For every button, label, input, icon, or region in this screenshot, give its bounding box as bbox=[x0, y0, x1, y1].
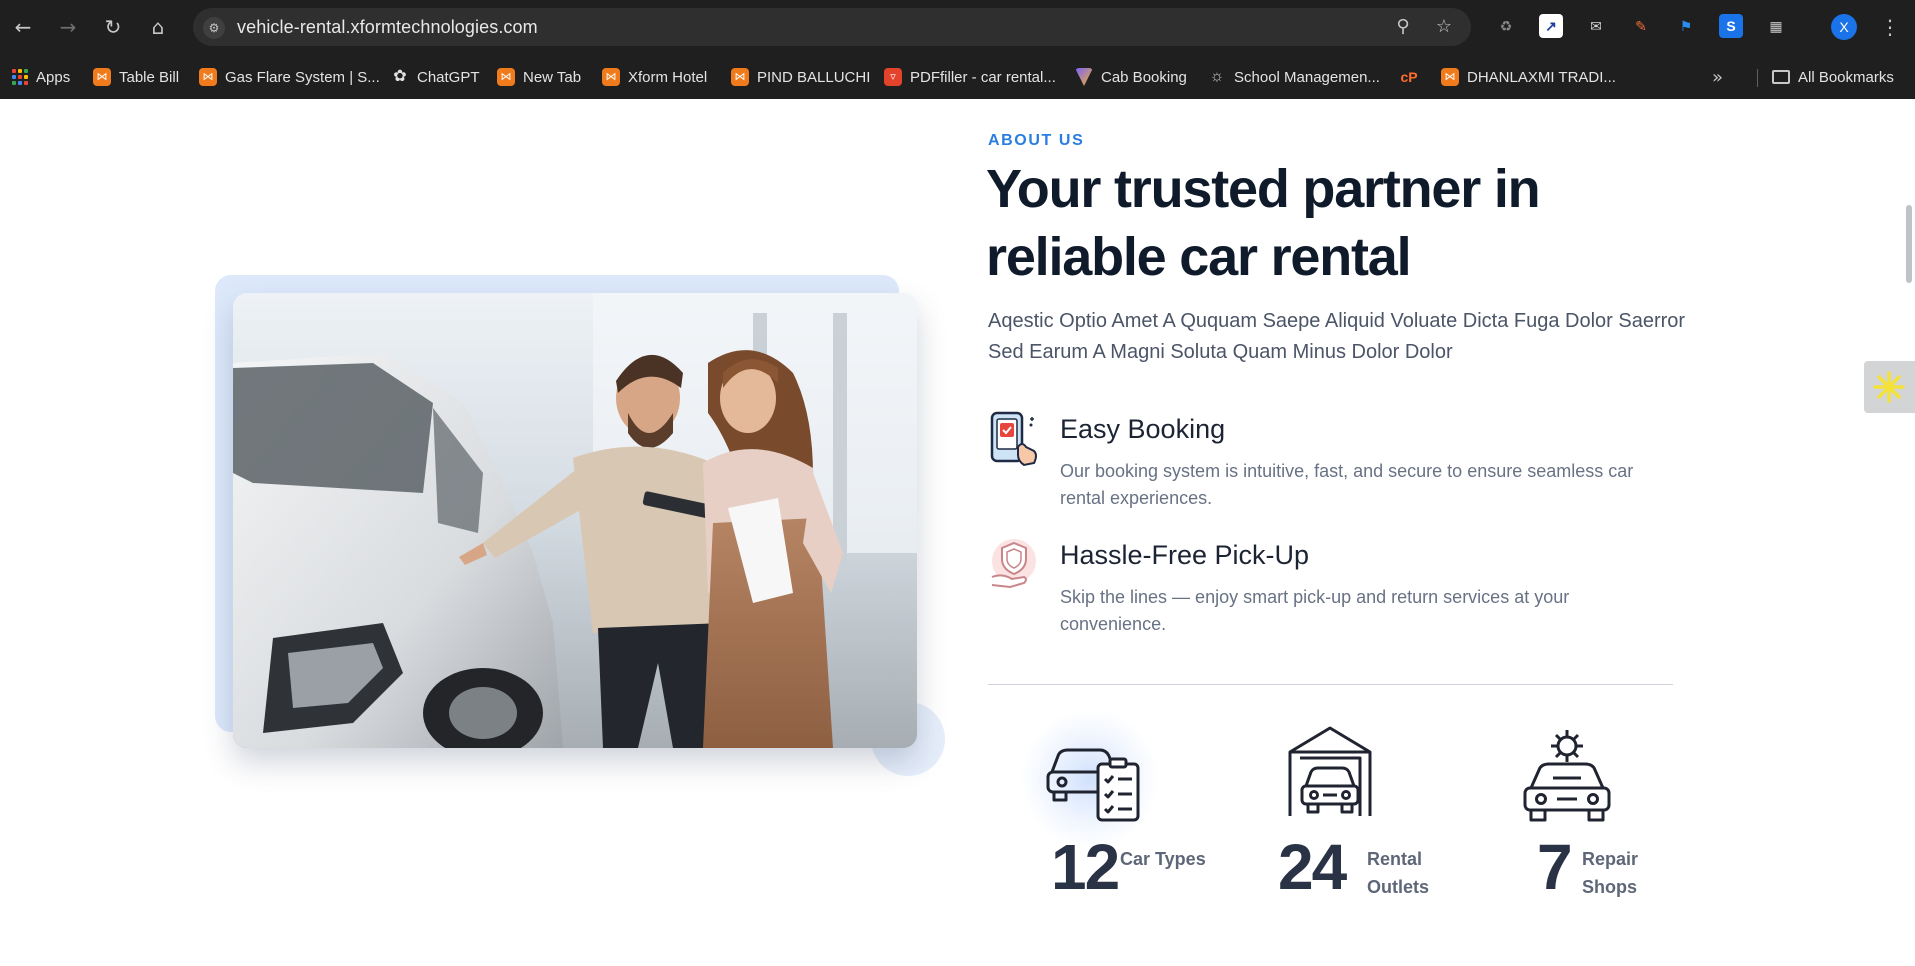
vite-icon bbox=[1075, 68, 1093, 86]
showroom-illustration bbox=[233, 293, 917, 748]
bookmark-pdffiller[interactable]: ▿ PDFfiller - car rental... bbox=[884, 65, 1056, 89]
more-bookmarks-chevron-icon[interactable]: » bbox=[1712, 67, 1723, 88]
address-bar[interactable]: ⚙ vehicle-rental.xformtechnologies.com ⚲… bbox=[193, 8, 1471, 46]
profile-avatar[interactable]: X bbox=[1831, 14, 1857, 40]
feature-title-hassle-free-pickup: Hassle-Free Pick-Up bbox=[1060, 540, 1310, 570]
bookmark-label: PDFfiller - car rental... bbox=[910, 68, 1056, 86]
xampp-icon: ⋈ bbox=[93, 68, 111, 86]
bookmarks-divider bbox=[1757, 69, 1758, 87]
extension-flag-icon[interactable]: ⚑ bbox=[1674, 14, 1698, 38]
bookmark-dhanlaxmi[interactable]: ⋈ DHANLAXMI TRADI... bbox=[1441, 65, 1616, 89]
xampp-icon: ⋈ bbox=[199, 68, 217, 86]
hand-shield-icon bbox=[988, 537, 1040, 593]
bookmark-school-management[interactable]: ☼ School Managemen... bbox=[1208, 65, 1380, 89]
stat-number-rental-outlets: 24 bbox=[1278, 831, 1347, 903]
browser-toolbar: ← → ↻ ⌂ ⚙ vehicle-rental.xformtechnologi… bbox=[0, 0, 1915, 55]
bookmark-apps[interactable]: Apps bbox=[12, 65, 70, 89]
page-scrollbar-thumb[interactable] bbox=[1906, 205, 1912, 283]
bookmark-label: Xform Hotel bbox=[628, 68, 708, 86]
extensions-puzzle-icon[interactable]: ▦ bbox=[1764, 14, 1788, 38]
sparkle-icon bbox=[1873, 371, 1905, 403]
xampp-icon: ⋈ bbox=[602, 68, 620, 86]
car-garage-icon bbox=[1280, 724, 1380, 824]
extension-arrow-icon[interactable]: ↗ bbox=[1539, 14, 1563, 38]
bookmark-label: New Tab bbox=[523, 68, 582, 86]
bookmark-cab-booking[interactable]: Cab Booking bbox=[1075, 65, 1187, 89]
feature-title-easy-booking: Easy Booking bbox=[1060, 414, 1226, 444]
url-text[interactable]: vehicle-rental.xformtechnologies.com bbox=[237, 17, 538, 38]
browser-menu-icon[interactable]: ⋮ bbox=[1880, 14, 1900, 40]
section-divider bbox=[988, 684, 1673, 685]
floating-settings-widget[interactable] bbox=[1864, 361, 1915, 413]
bookmark-label: Apps bbox=[36, 68, 71, 86]
extension-pen-icon[interactable]: ✎ bbox=[1629, 14, 1653, 38]
all-bookmarks-folder[interactable]: All Bookmarks bbox=[1772, 65, 1894, 89]
extension-recycle-icon[interactable]: ♻ bbox=[1494, 14, 1518, 38]
forward-icon[interactable]: → bbox=[53, 12, 83, 42]
stat-number-car-types: 12 bbox=[1051, 831, 1120, 903]
xampp-icon: ⋈ bbox=[497, 68, 515, 86]
section-eyebrow: ABOUT US bbox=[988, 132, 1085, 149]
bookmarks-bar: Apps ⋈ Table Bill ⋈ Gas Flare System | S… bbox=[0, 55, 1915, 99]
section-lead-text: Aqestic Optio Amet A Ququam Saepe Aliqui… bbox=[988, 310, 1686, 363]
xampp-icon: ⋈ bbox=[1441, 68, 1459, 86]
stat-label-repair-shops: Repair Shops bbox=[1582, 849, 1639, 897]
stat-label-rental-outlets: Rental Outlets bbox=[1367, 849, 1430, 897]
car-repair-icon bbox=[1517, 724, 1617, 824]
browser-chrome: ← → ↻ ⌂ ⚙ vehicle-rental.xformtechnologi… bbox=[0, 0, 1915, 99]
home-icon[interactable]: ⌂ bbox=[143, 12, 173, 42]
site-info-icon[interactable]: ⚙ bbox=[203, 17, 225, 39]
bookmark-xform-hotel[interactable]: ⋈ Xform Hotel bbox=[602, 65, 707, 89]
bookmark-label: ChatGPT bbox=[417, 68, 480, 86]
bookmark-gas-flare[interactable]: ⋈ Gas Flare System | S... bbox=[199, 65, 380, 89]
feature-description: Skip the lines — enjoy smart pick-up and… bbox=[1060, 587, 1570, 634]
cpanel-icon: cP bbox=[1400, 69, 1418, 85]
chatgpt-icon: ✿ bbox=[393, 68, 407, 85]
all-bookmarks-label: All Bookmarks bbox=[1798, 68, 1894, 86]
globe-icon: ☼ bbox=[1209, 68, 1225, 85]
stat-number-repair-shops: 7 bbox=[1537, 831, 1573, 903]
phone-booking-icon bbox=[988, 411, 1040, 467]
page-viewport: ABOUT US Your trusted partner in reliabl… bbox=[0, 99, 1915, 966]
reload-icon[interactable]: ↻ bbox=[98, 12, 128, 42]
couple-with-car-photo bbox=[233, 293, 917, 748]
bookmark-cpanel[interactable]: cP bbox=[1400, 65, 1426, 89]
stat-label-car-types: Car Types bbox=[1120, 849, 1206, 869]
apps-grid-icon bbox=[12, 69, 28, 85]
extension-mail-icon[interactable]: ✉ bbox=[1584, 14, 1608, 38]
bookmark-label: DHANLAXMI TRADI... bbox=[1467, 68, 1616, 86]
section-headline: Your trusted partner in reliable car ren… bbox=[986, 159, 1541, 287]
folder-icon bbox=[1772, 70, 1790, 84]
bookmark-new-tab[interactable]: ⋈ New Tab bbox=[497, 65, 581, 89]
xampp-icon: ⋈ bbox=[731, 68, 749, 86]
bookmark-star-icon[interactable]: ☆ bbox=[1433, 16, 1455, 38]
car-checklist-icon bbox=[1044, 724, 1144, 824]
bookmark-chatgpt[interactable]: ✿ ChatGPT bbox=[391, 65, 480, 89]
bookmark-label: Cab Booking bbox=[1101, 68, 1187, 86]
bookmark-pind-balluchi[interactable]: ⋈ PIND BALLUCHI bbox=[731, 65, 870, 89]
zoom-icon[interactable]: ⚲ bbox=[1392, 16, 1414, 38]
extension-s-icon[interactable]: S bbox=[1719, 14, 1743, 38]
bookmark-label: PIND BALLUCHI bbox=[757, 68, 871, 86]
feature-description: Our booking system is intuitive, fast, a… bbox=[1060, 461, 1634, 508]
pdffiller-icon: ▿ bbox=[884, 68, 902, 86]
back-icon[interactable]: ← bbox=[8, 12, 38, 42]
bookmark-label: Gas Flare System | S... bbox=[225, 68, 380, 86]
bookmark-label: Table Bill bbox=[119, 68, 180, 86]
bookmark-table-bill[interactable]: ⋈ Table Bill bbox=[93, 65, 179, 89]
bookmark-label: School Managemen... bbox=[1234, 68, 1380, 86]
